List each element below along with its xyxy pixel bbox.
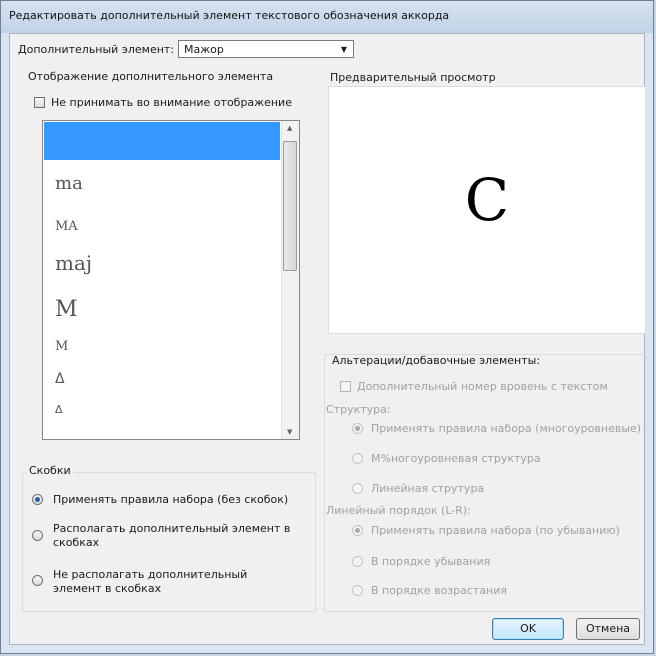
scroll-down-icon[interactable]: ▼ (287, 428, 292, 436)
structure-label: Структура: (326, 403, 391, 416)
number-inline-label[interactable]: Дополнительный номер вровень с текстом (357, 380, 608, 393)
brackets-option-label[interactable]: Применять правила набора (без скобок) (53, 493, 288, 506)
list-item[interactable]: M (55, 339, 68, 354)
listbox-scrollbar[interactable]: ▲ ▼ (281, 121, 299, 439)
structure-radio-linear[interactable] (352, 483, 363, 494)
chevron-down-icon: ▼ (340, 45, 347, 54)
order-option-label[interactable]: В порядке убывания (371, 555, 490, 568)
structure-option-label[interactable]: Применять правила набора (многоуровневые… (371, 422, 641, 435)
list-item[interactable]: maj (55, 251, 92, 275)
order-option-label[interactable]: Применять правила набора (по убыванию) (371, 524, 620, 537)
preview-panel: C (328, 86, 646, 334)
order-radio-descending[interactable] (352, 556, 363, 567)
structure-option-label[interactable]: Линейная струтура (371, 482, 484, 495)
element-dropdown[interactable]: Мажор ▼ (178, 40, 354, 58)
title-bar[interactable]: Редактировать дополнительный элемент тек… (1, 1, 653, 33)
list-item[interactable]: M (55, 297, 78, 322)
brackets-radio-in[interactable] (32, 530, 43, 541)
cancel-button[interactable]: Отмена (576, 618, 640, 640)
brackets-option-label[interactable]: Не располагать дополнительный элемент в … (53, 568, 293, 596)
number-inline-checkbox[interactable] (340, 381, 351, 392)
display-heading: Отображение дополнительного элемента (28, 70, 274, 83)
scrollbar-thumb[interactable] (283, 141, 297, 271)
order-label: Линейный порядок (L-R): (326, 504, 471, 517)
brackets-heading: Скобки (27, 464, 73, 477)
structure-radio-multilevel[interactable] (352, 453, 363, 464)
list-item[interactable]: MA (55, 219, 78, 234)
list-item-selected[interactable] (44, 122, 280, 160)
list-item[interactable]: Δ (55, 371, 65, 387)
order-radio-rules[interactable] (352, 525, 363, 536)
dialog-body: Дополнительный элемент: Мажор ▼ Отображе… (9, 33, 646, 645)
brackets-radio-out[interactable] (32, 575, 43, 586)
order-radio-ascending[interactable] (352, 585, 363, 596)
order-option-label[interactable]: В порядке возрастания (371, 584, 507, 597)
dialog-window: Редактировать дополнительный элемент тек… (0, 0, 654, 654)
ignore-display-label[interactable]: Не принимать во внимание отображение (51, 96, 292, 109)
preview-heading: Предварительный просмотр (330, 71, 496, 84)
list-item[interactable]: ma (55, 173, 83, 194)
structure-option-label[interactable]: М%ногоуровневая структура (371, 452, 541, 465)
element-label: Дополнительный элемент: (18, 43, 175, 56)
element-dropdown-value: Мажор (184, 43, 224, 56)
list-item[interactable]: Δ (55, 403, 63, 416)
display-listbox[interactable]: ma MA maj M M Δ Δ ▲ ▼ (42, 120, 300, 440)
alterations-heading: Альтерации/добавочные элементы: (332, 354, 541, 367)
brackets-option-label[interactable]: Располагать дополнительный элемент в ско… (53, 522, 293, 550)
ok-button[interactable]: OK (492, 618, 564, 640)
structure-radio-rules[interactable] (352, 423, 363, 434)
ignore-display-checkbox[interactable] (34, 97, 45, 108)
brackets-radio-rules[interactable] (32, 494, 43, 505)
scroll-up-icon[interactable]: ▲ (287, 124, 292, 132)
preview-glyph: C (464, 166, 510, 234)
window-title: Редактировать дополнительный элемент тек… (9, 9, 450, 22)
